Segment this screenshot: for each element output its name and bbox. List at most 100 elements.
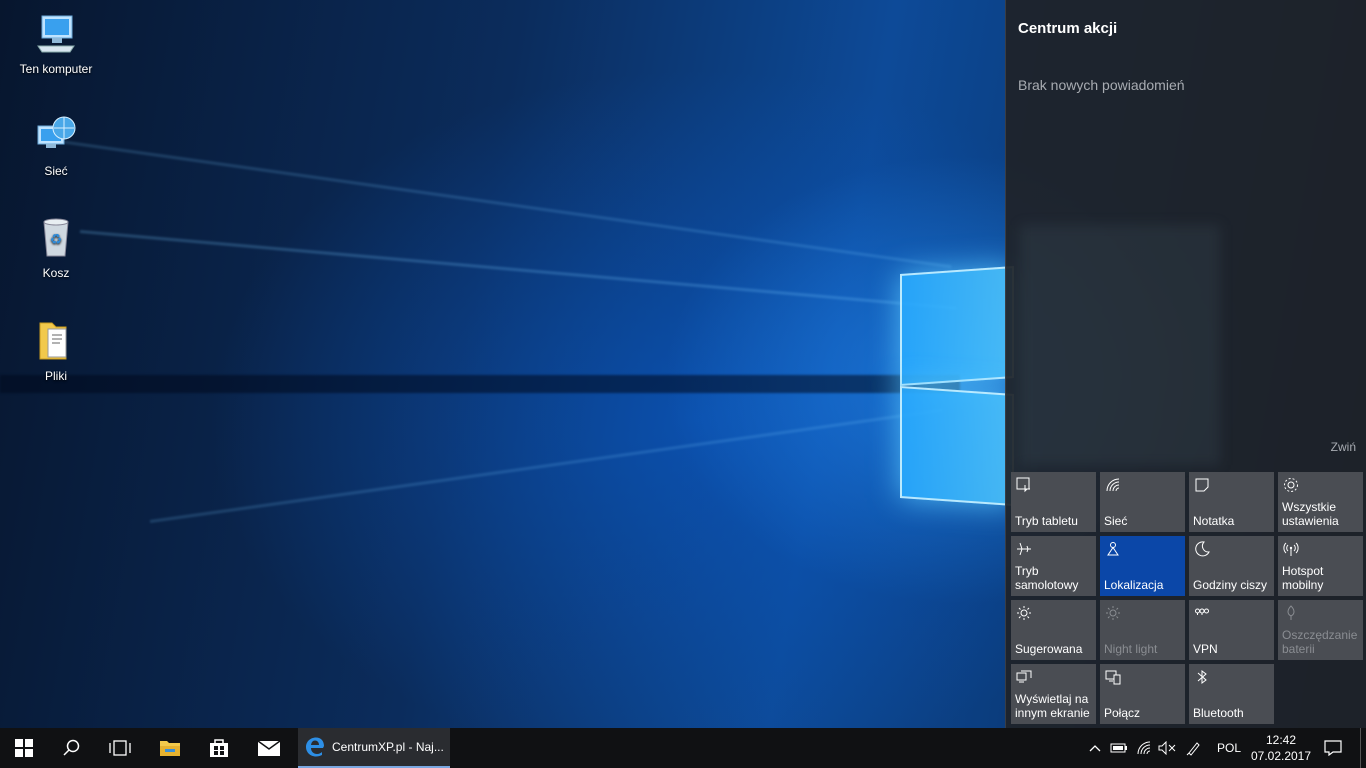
store-button[interactable] <box>195 728 243 768</box>
search-button[interactable] <box>48 728 96 768</box>
tablet-mode-icon <box>1016 477 1030 493</box>
action-center-title: Centrum akcji <box>1018 20 1118 37</box>
windows-logo-icon <box>15 739 33 757</box>
desktop-icon-this-pc[interactable]: Ten komputer <box>11 12 101 76</box>
desktop-icon-label: Ten komputer <box>19 62 93 76</box>
tile-label: Tryb samolotowy <box>1015 564 1079 592</box>
pen-tray-button[interactable] <box>1183 728 1205 768</box>
volume-tray-button[interactable] <box>1156 728 1178 768</box>
tile-label: Wszystkie ustawienia <box>1282 500 1339 528</box>
night-light-icon <box>1106 606 1120 620</box>
pen-icon <box>1186 742 1200 756</box>
tile-night-light[interactable]: Night light <box>1100 600 1185 660</box>
store-icon <box>210 739 228 757</box>
battery-saver-icon <box>1287 605 1295 620</box>
desktop-icon-recycle-bin[interactable]: ♻ Kosz <box>11 216 101 280</box>
hotspot-icon <box>1283 542 1299 556</box>
chevron-up-icon <box>1089 745 1101 752</box>
tile-brightness[interactable]: Sugerowana <box>1011 600 1096 660</box>
tile-bluetooth[interactable]: Bluetooth <box>1189 664 1274 724</box>
connect-icon <box>1105 670 1121 685</box>
task-view-button[interactable] <box>96 728 144 768</box>
tile-tablet-mode[interactable]: Tryb tabletu <box>1011 472 1096 532</box>
file-explorer-button[interactable] <box>146 728 194 768</box>
desktop-icon-files[interactable]: Pliki <box>11 319 101 383</box>
tile-label: Night light <box>1104 642 1158 656</box>
tile-label: Oszczędzanie baterii <box>1282 628 1358 656</box>
wifi-icon <box>1137 741 1151 755</box>
note-icon <box>1195 478 1209 492</box>
desktop-icon-network[interactable]: Sieć <box>11 114 101 178</box>
logo-pane <box>900 266 1014 386</box>
action-center-button[interactable] <box>1316 728 1350 768</box>
battery-tray-button[interactable] <box>1108 728 1130 768</box>
desktop-icon-label: Pliki <box>44 369 67 383</box>
location-icon <box>1107 542 1119 556</box>
no-notifications-message: Brak nowych powiadomień <box>1018 77 1185 93</box>
svg-text:♻: ♻ <box>50 232 63 248</box>
tile-label: Sugerowana <box>1015 642 1083 656</box>
project-icon <box>1016 670 1032 683</box>
tile-quiet-hours[interactable]: Godziny ciszy <box>1189 536 1274 596</box>
clock-time: 12:42 <box>1265 733 1297 747</box>
network-icon <box>34 114 78 158</box>
tile-label: Bluetooth <box>1193 706 1244 720</box>
collapse-link[interactable]: Zwiń <box>1331 440 1356 454</box>
notification-icon <box>1324 740 1342 756</box>
desktop-icon-label: Kosz <box>42 266 70 280</box>
search-icon <box>63 739 80 756</box>
taskbar-app-label: CentrumXP.pl - Naj... <box>332 740 444 754</box>
tile-label: Lokalizacja <box>1104 578 1164 592</box>
airplane-icon <box>1017 542 1031 556</box>
desktop-icon-label: Sieć <box>44 164 68 178</box>
tile-project[interactable]: Wyświetlaj na innym ekranie <box>1011 664 1096 724</box>
tile-label: Wyświetlaj na innym ekranie <box>1015 692 1090 720</box>
tile-location[interactable]: Lokalizacja <box>1100 536 1185 596</box>
edge-icon <box>306 737 324 757</box>
clock[interactable]: 12:42 07.02.2017 <box>1249 732 1313 764</box>
tile-label: Hotspot mobilny <box>1282 564 1324 592</box>
tile-note[interactable]: Notatka <box>1189 472 1274 532</box>
tile-all-settings[interactable]: Wszystkie ustawienia <box>1278 472 1363 532</box>
wifi-icon <box>1106 478 1120 492</box>
moon-icon <box>1195 541 1210 557</box>
gear-icon <box>1284 478 1298 492</box>
vpn-icon <box>1195 608 1209 615</box>
tile-label: Tryb tabletu <box>1015 514 1078 528</box>
network-tray-button[interactable] <box>1133 728 1155 768</box>
taskbar: CentrumXP.pl - Naj... POL 12:42 07.02.20… <box>0 728 1366 768</box>
recycle-bin-icon: ♻ <box>34 216 78 260</box>
tile-mobile-hotspot[interactable]: Hotspot mobilny <box>1278 536 1363 596</box>
computer-icon <box>34 12 78 56</box>
tile-label: VPN <box>1193 642 1218 656</box>
mail-button[interactable] <box>245 728 293 768</box>
tile-vpn[interactable]: VPN <box>1189 600 1274 660</box>
start-button[interactable] <box>0 728 48 768</box>
file-explorer-icon <box>160 741 180 756</box>
clock-date: 07.02.2017 <box>1250 749 1312 763</box>
logo-pane <box>900 386 1014 506</box>
tile-airplane-mode[interactable]: Tryb samolotowy <box>1011 536 1096 596</box>
mail-icon <box>257 740 281 756</box>
taskbar-edge-app[interactable]: CentrumXP.pl - Naj... <box>298 728 450 768</box>
wallpaper-shadow-band <box>0 375 960 393</box>
tile-battery-saver[interactable]: Oszczędzanie baterii <box>1278 600 1363 660</box>
action-center-panel: Centrum akcji Brak nowych powiadomień Zw… <box>1005 0 1366 728</box>
show-hidden-icons-button[interactable] <box>1085 728 1105 768</box>
language-indicator[interactable]: POL <box>1212 728 1246 768</box>
volume-muted-icon <box>1158 741 1176 755</box>
tile-network[interactable]: Sieć <box>1100 472 1185 532</box>
tile-label: Sieć <box>1104 514 1128 528</box>
task-view-icon <box>109 740 131 756</box>
quick-actions-grid: Tryb tabletu Sieć Notatka Wszystkie usta… <box>1011 472 1363 724</box>
wallpaper-light-ray <box>79 230 957 310</box>
tile-label: Połącz <box>1104 706 1141 720</box>
tile-label: Notatka <box>1193 514 1235 528</box>
battery-icon <box>1110 743 1127 753</box>
wallpaper-light-ray <box>149 408 943 523</box>
folder-icon <box>34 319 78 363</box>
tile-connect[interactable]: Połącz <box>1100 664 1185 724</box>
show-desktop-button[interactable] <box>1360 728 1366 768</box>
bluetooth-icon <box>1197 670 1207 684</box>
blurred-background <box>1020 225 1220 465</box>
